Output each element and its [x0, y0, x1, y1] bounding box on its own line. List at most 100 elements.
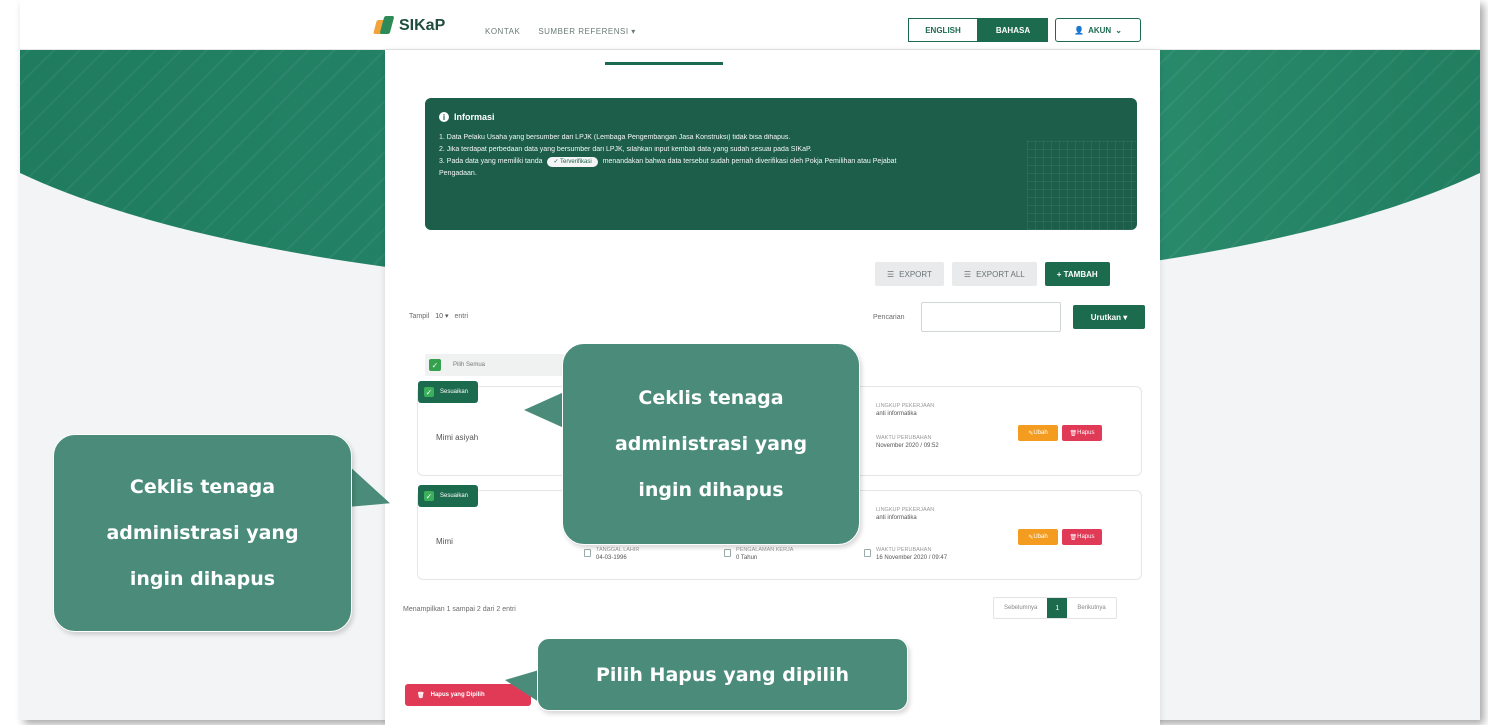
- edit-button[interactable]: ✎ Ubah: [1018, 529, 1058, 545]
- verified-badge: ✓ Terverifikasi: [547, 157, 598, 167]
- language-switch: ENGLISH BAHASA: [908, 18, 1048, 42]
- callout-top-pointer: [524, 392, 564, 428]
- user-icon: 👤: [1074, 25, 1085, 35]
- row-check-label: Sesuaikan: [440, 389, 469, 395]
- export-icon: ☰: [887, 269, 895, 279]
- callout-left-line-1: Ceklis tenaga: [129, 476, 276, 498]
- info-line-2: 2. Jika terdapat perbedaan data yang ber…: [439, 146, 812, 153]
- row-select-checkbox[interactable]: ✓ Sesuaikan: [418, 485, 479, 507]
- nav-sumber-referensi[interactable]: SUMBER REFERENSI ▾: [538, 27, 635, 36]
- info-icon: i: [439, 112, 449, 122]
- lang-bahasa-button[interactable]: BAHASA: [978, 18, 1048, 42]
- delete-button[interactable]: 🗑 Hapus: [1062, 425, 1102, 441]
- select-all-label: Pilih Semua: [453, 362, 486, 368]
- show-entries-value: 10: [435, 313, 444, 320]
- info-line-3b: menandakan bahwa data tersebut sudah per…: [602, 158, 897, 165]
- select-all[interactable]: ✓ Pilih Semua: [425, 354, 565, 376]
- edit-label: Ubah: [1033, 534, 1048, 540]
- delete-button[interactable]: 🗑 Hapus: [1062, 529, 1102, 545]
- row-actions: ✎ Ubah 🗑 Hapus: [1018, 425, 1102, 441]
- account-label: AKUN: [1088, 25, 1112, 35]
- logo-icon: [373, 16, 395, 36]
- field-waktu: WAKTU PERUBAHAN 16 November 2020 / 09:47: [864, 547, 947, 561]
- field-value: 0 Tahun: [736, 555, 758, 561]
- show-prefix: Tampil: [409, 312, 430, 320]
- check-icon: ✓: [424, 387, 434, 397]
- info-line-3: 3. Pada data yang memiliki tanda ✓ Terve…: [439, 156, 1123, 168]
- info-box: i Informasi 1. Data Pelaku Usaha yang be…: [425, 98, 1137, 230]
- field-label: LINGKUP PEKERJAAN: [876, 403, 935, 409]
- export-all-button[interactable]: ☰ EXPORT ALL: [951, 262, 1037, 286]
- field-value: anti informatika: [876, 515, 917, 521]
- info-title-text: Informasi: [454, 112, 495, 122]
- field-lingkup: LINGKUP PEKERJAAN anti informatika: [876, 403, 934, 417]
- info-decoration: [1027, 140, 1137, 230]
- info-title: i Informasi: [439, 112, 1123, 122]
- delete-label: Hapus: [1077, 534, 1095, 540]
- top-navbar: SIKaP KONTAK SUMBER REFERENSI ▾ ENGLISH …: [20, 0, 1480, 50]
- staff-name: Mimi: [436, 537, 453, 546]
- active-tab-indicator: [605, 62, 723, 65]
- show-entries: Tampil 10 ▾ entri: [409, 312, 469, 321]
- pagination-prev[interactable]: Sebelumnya: [994, 605, 1047, 611]
- check-icon: ✓: [424, 491, 434, 501]
- field-value: 04-03-1996: [596, 555, 627, 561]
- callout-left: Ceklis tenaga administrasi yang ingin di…: [53, 434, 352, 632]
- callout-bottom-pointer: [505, 670, 539, 702]
- field-value: anti informatika: [876, 411, 917, 417]
- search-input[interactable]: [921, 302, 1061, 332]
- nav-kontak[interactable]: KONTAK: [485, 27, 520, 36]
- export-label: EXPORT: [899, 269, 932, 279]
- delete-label: Hapus: [1077, 430, 1095, 436]
- search-label: Pencarian: [873, 313, 905, 321]
- main-nav: KONTAK SUMBER REFERENSI ▾: [485, 27, 636, 36]
- callout-top: Ceklis tenaga administrasi yang ingin di…: [562, 343, 860, 545]
- row-select-checkbox[interactable]: ✓ Sesuaikan: [418, 381, 479, 403]
- sort-button[interactable]: Urutkan ▾: [1073, 305, 1145, 329]
- trash-icon: 🗑: [417, 692, 425, 699]
- field-label: TANGGAL LAHIR: [596, 547, 640, 553]
- show-suffix: entri: [454, 312, 469, 320]
- toolbar-actions: ☰ EXPORT ☰ EXPORT ALL + TAMBAH: [875, 262, 1110, 286]
- pagination-next[interactable]: Berikutnya: [1067, 605, 1115, 611]
- callout-left-line-3: ingin dihapus: [129, 568, 276, 590]
- select-all-checkbox[interactable]: ✓: [429, 359, 441, 371]
- row-check-label: Sesuaikan: [440, 493, 469, 499]
- clock-icon: [864, 549, 871, 557]
- staff-name: Mimi asiyah: [436, 433, 479, 442]
- show-entries-select[interactable]: 10 ▾: [435, 312, 448, 320]
- pagination-summary: Menampilkan 1 sampai 2 dari 2 entri: [403, 606, 516, 613]
- field-pengalaman: PENGALAMAN KERJA 0 Tahun: [724, 547, 793, 561]
- row-actions: ✎ Ubah 🗑 Hapus: [1018, 529, 1102, 545]
- field-label: LINGKUP PEKERJAAN: [876, 507, 935, 513]
- field-tanggal-lahir: TANGGAL LAHIR 04-03-1996: [584, 547, 639, 561]
- callout-top-line-1: Ceklis tenaga: [638, 387, 784, 409]
- callout-bottom: Pilih Hapus yang dipilih: [537, 638, 908, 711]
- tambah-button[interactable]: + TAMBAH: [1044, 262, 1110, 286]
- export-all-label: EXPORT ALL: [976, 269, 1025, 279]
- info-line-1: 1. Data Pelaku Usaha yang bersumber dari…: [439, 134, 791, 141]
- callout-left-line-2: administrasi yang: [106, 522, 299, 544]
- field-lingkup: LINGKUP PEKERJAAN anti informatika: [876, 507, 934, 521]
- field-label: WAKTU PERUBAHAN: [876, 435, 932, 441]
- callout-top-line-2: administrasi yang: [614, 433, 808, 455]
- edit-button[interactable]: ✎ Ubah: [1018, 425, 1058, 441]
- info-line-4: Pengadaan.: [439, 170, 477, 177]
- field-label: WAKTU PERUBAHAN: [876, 547, 932, 553]
- briefcase-icon: [724, 549, 731, 557]
- logo-text: SIKaP: [399, 17, 446, 34]
- info-line-3a: 3. Pada data yang memiliki tanda: [439, 158, 543, 165]
- edit-label: Ubah: [1033, 430, 1048, 436]
- lang-english-button[interactable]: ENGLISH: [908, 18, 978, 42]
- field-waktu: WAKTU PERUBAHAN November 2020 / 09:52: [876, 435, 939, 449]
- pagination-page-1[interactable]: 1: [1047, 598, 1068, 618]
- export-all-icon: ☰: [963, 269, 972, 279]
- export-button[interactable]: ☰ EXPORT: [875, 262, 944, 286]
- logo[interactable]: SIKaP: [373, 16, 446, 36]
- pagination: Sebelumnya 1 Berikutnya: [993, 597, 1117, 619]
- account-button[interactable]: 👤 AKUN ⌄: [1055, 18, 1141, 42]
- calendar-icon: [584, 549, 591, 557]
- chevron-down-icon: ⌄: [1115, 25, 1122, 35]
- field-value: November 2020 / 09:52: [876, 443, 939, 449]
- search-row: Pencarian Urutkan ▾: [873, 302, 1145, 332]
